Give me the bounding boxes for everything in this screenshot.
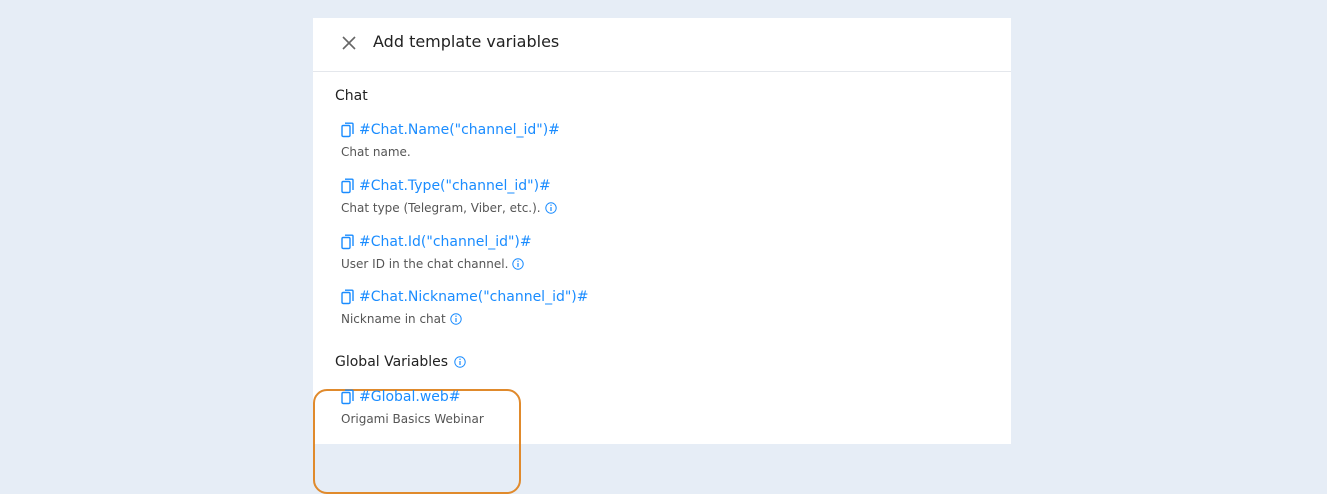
description-text: Chat name. <box>341 145 411 159</box>
dialog-title: Add template variables <box>373 32 560 51</box>
copy-icon <box>341 389 354 405</box>
info-icon[interactable] <box>544 202 557 214</box>
variable-link-chat-type[interactable]: #Chat.Type("channel_id")# <box>341 177 557 195</box>
copy-icon <box>341 234 354 250</box>
variable-description: Nickname in chat <box>341 311 588 327</box>
variable-name: #Global.web# <box>359 389 461 405</box>
copy-icon <box>341 289 354 305</box>
copy-icon <box>341 122 354 138</box>
info-icon[interactable] <box>454 356 466 368</box>
description-text: Nickname in chat <box>341 312 446 326</box>
variable-item: #Chat.Id("channel_id")# User ID in the c… <box>341 233 532 272</box>
section-title-chat: Chat <box>335 88 368 104</box>
variable-link-chat-id[interactable]: #Chat.Id("channel_id")# <box>341 233 532 251</box>
info-icon[interactable] <box>450 313 462 325</box>
variable-item: #Chat.Nickname("channel_id")# Nickname i… <box>341 288 588 327</box>
variable-description: Origami Basics Webinar <box>341 411 484 427</box>
description-text: Origami Basics Webinar <box>341 412 484 426</box>
variable-name: #Chat.Id("channel_id")# <box>359 234 532 250</box>
variable-name: #Chat.Type("channel_id")# <box>359 178 551 194</box>
variable-description: User ID in the chat channel. <box>341 256 532 272</box>
variable-item: #Chat.Name("channel_id")# Chat name. <box>341 121 560 160</box>
variable-description: Chat type (Telegram, Viber, etc.). <box>341 200 557 216</box>
variable-name: #Chat.Name("channel_id")# <box>359 122 560 138</box>
variable-item: #Chat.Type("channel_id")# Chat type (Tel… <box>341 177 557 216</box>
variable-description: Chat name. <box>341 144 560 160</box>
variable-name: #Chat.Nickname("channel_id")# <box>359 289 589 305</box>
template-variables-dialog: Add template variables Chat #Chat.Name("… <box>313 18 1011 494</box>
description-text: Chat type (Telegram, Viber, etc.). <box>341 201 541 215</box>
variable-item: #Global.web# Origami Basics Webinar <box>341 388 484 427</box>
dialog-header: Add template variables <box>313 18 1011 72</box>
close-icon[interactable] <box>340 34 358 52</box>
variable-link-chat-name[interactable]: #Chat.Name("channel_id")# <box>341 121 560 139</box>
info-icon[interactable] <box>512 258 525 270</box>
section-title-text: Global Variables <box>335 354 449 370</box>
section-title-global-variables: Global Variables <box>335 354 466 370</box>
variable-link-global-web[interactable]: #Global.web# <box>341 388 484 406</box>
copy-icon <box>341 178 354 194</box>
variable-link-chat-nickname[interactable]: #Chat.Nickname("channel_id")# <box>341 288 588 306</box>
description-text: User ID in the chat channel. <box>341 257 509 271</box>
